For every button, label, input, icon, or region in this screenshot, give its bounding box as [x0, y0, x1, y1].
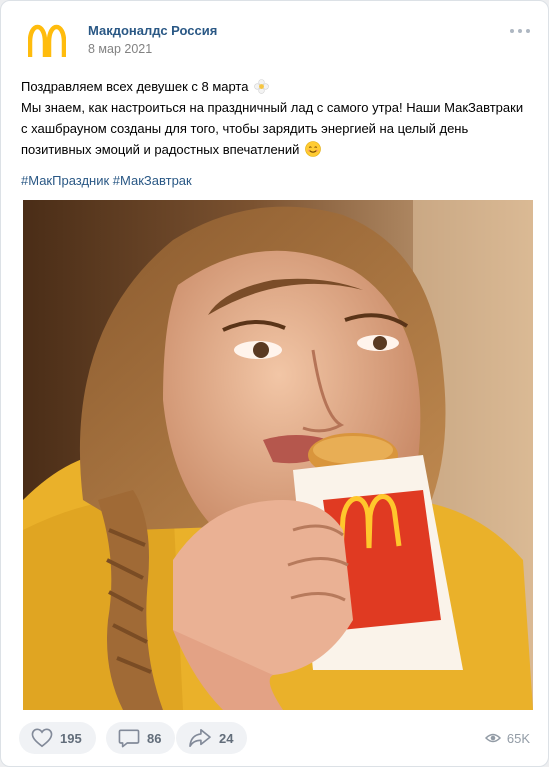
hashtag-link[interactable]: #МакПраздник — [21, 173, 109, 188]
share-icon — [189, 729, 211, 747]
post-text-line: Мы знаем, как настроиться на праздничный… — [21, 97, 531, 160]
share-button[interactable]: 24 — [176, 722, 248, 754]
post-header: Макдоналдс Россия 8 мар 2021 — [21, 15, 534, 65]
post-photo[interactable] — [23, 200, 533, 710]
eye-icon — [484, 733, 501, 743]
flower-icon — [254, 79, 269, 94]
mcdonalds-arches-icon — [28, 24, 66, 57]
smile-icon — [305, 141, 321, 157]
views-count: 65K — [506, 730, 530, 746]
hashtag-link[interactable]: #МакЗавтрак — [113, 173, 192, 188]
hashtags: #МакПраздник #МакЗавтрак — [21, 171, 192, 191]
post-text-greeting: Поздравляем всех девушек с 8 марта — [21, 79, 249, 94]
photo-illustration — [23, 200, 533, 710]
post-text-body: Мы знаем, как настроиться на праздничный… — [21, 100, 524, 157]
comment-icon — [118, 729, 140, 748]
post-text-line: Поздравляем всех девушек с 8 марта — [21, 76, 531, 97]
like-count: 195 — [60, 730, 82, 746]
like-button[interactable]: 195 — [19, 722, 96, 754]
author-avatar[interactable] — [25, 19, 69, 63]
heart-icon — [31, 728, 53, 748]
post-date[interactable]: 8 мар 2021 — [88, 42, 152, 56]
comment-button[interactable]: 86 — [106, 722, 176, 754]
post-actions: 195 86 24 65K — [19, 722, 530, 754]
more-dots-icon[interactable] — [510, 25, 530, 37]
views-counter: 65K — [484, 722, 530, 754]
post-text: Поздравляем всех девушек с 8 марта Мы зн… — [21, 76, 531, 160]
author-name[interactable]: Макдоналдс Россия — [88, 23, 217, 38]
wall-post: Макдоналдс Россия 8 мар 2021 Поздравляем… — [0, 0, 549, 767]
share-count: 24 — [219, 730, 234, 746]
comment-count: 86 — [147, 730, 162, 746]
